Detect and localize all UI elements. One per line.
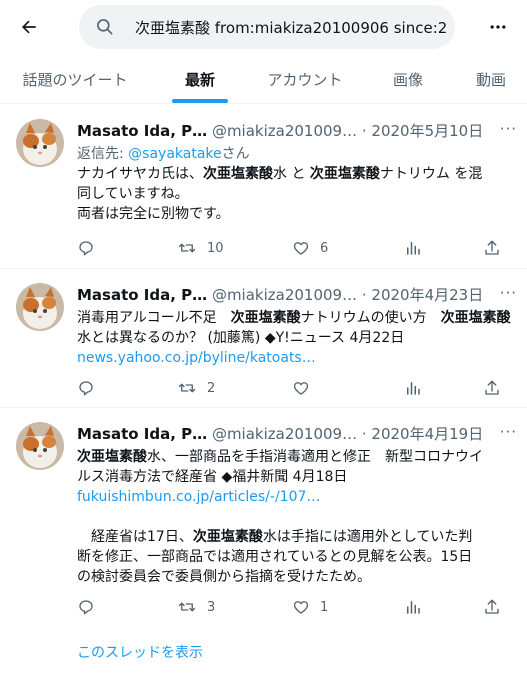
- share-icon: [485, 380, 499, 395]
- analytics-icon: [407, 382, 420, 395]
- tweet-more-icon[interactable]: ···: [500, 120, 517, 138]
- reply-button[interactable]: [77, 378, 95, 398]
- tweet-link[interactable]: fukuishimbun.co.jp/articles/-/107…: [77, 489, 320, 505]
- tweet-actions: 10 6: [77, 238, 507, 258]
- reply-button[interactable]: [77, 597, 95, 617]
- tweet-3[interactable]: Masato Ida, P… @miakiza201009… · 2020年4月…: [0, 408, 527, 676]
- analytics-button[interactable]: [404, 597, 422, 617]
- display-name[interactable]: Masato Ida, P…: [77, 286, 207, 304]
- retweet-icon: [178, 602, 196, 612]
- tab-bar: 話題のツイート 最新 アカウント 画像 動画: [0, 56, 527, 104]
- tab-videos[interactable]: 動画: [458, 56, 524, 103]
- back-arrow-icon: [22, 20, 36, 34]
- avatar[interactable]: [16, 283, 64, 331]
- display-name[interactable]: Masato Ida, P…: [77, 122, 207, 140]
- analytics-icon: [407, 601, 420, 614]
- retweet-button[interactable]: 10: [177, 238, 224, 258]
- tweet-text: 返信先: @sayakatakeさん ナカイサヤカ氏は、次亜塩素酸水 と 次亜塩…: [77, 146, 483, 222]
- retweet-button[interactable]: 3: [177, 597, 215, 617]
- share-icon: [485, 240, 499, 255]
- tweet-2[interactable]: Masato Ida, P… @miakiza201009… · 2020年4月…: [0, 269, 527, 408]
- active-tab-indicator: [172, 99, 228, 103]
- like-button[interactable]: [292, 378, 310, 398]
- search-input[interactable]: [135, 5, 451, 49]
- retweet-icon: [178, 243, 196, 253]
- share-button[interactable]: [483, 378, 501, 398]
- avatar[interactable]: [16, 422, 64, 470]
- share-button[interactable]: [483, 238, 501, 258]
- tweet-header: Masato Ida, P… @miakiza201009… · 2020年5月…: [77, 120, 517, 140]
- handle[interactable]: @miakiza201009…: [212, 286, 357, 304]
- reply-handle-link[interactable]: @sayakatake: [128, 146, 221, 162]
- share-icon: [485, 599, 499, 614]
- tweet-header: Masato Ida, P… @miakiza201009… · 2020年4月…: [77, 423, 517, 443]
- like-icon: [293, 382, 309, 395]
- tweet-header: Masato Ida, P… @miakiza201009… · 2020年4月…: [77, 284, 517, 304]
- like-icon: [293, 601, 309, 614]
- show-thread-link[interactable]: このスレッドを表示: [77, 642, 203, 662]
- handle[interactable]: @miakiza201009…: [212, 122, 357, 140]
- tweet-actions: 2: [77, 378, 507, 398]
- analytics-icon: [407, 242, 420, 255]
- reply-icon: [79, 600, 93, 615]
- tweet-text: 次亜塩素酸水、一部商品を手指消毒適用と修正 新型コロナウイ ルス消毒方法で経産省…: [77, 449, 483, 585]
- reply-icon: [79, 241, 93, 256]
- tweet-date[interactable]: 2020年5月10日: [371, 122, 483, 140]
- analytics-button[interactable]: [404, 238, 422, 258]
- tweet-1[interactable]: Masato Ida, P… @miakiza201009… · 2020年5月…: [0, 105, 527, 269]
- top-bar: [0, 0, 527, 56]
- like-icon: [293, 242, 309, 255]
- retweet-icon: [178, 383, 196, 393]
- reply-icon: [79, 381, 93, 396]
- back-button[interactable]: [12, 10, 46, 44]
- tab-top[interactable]: 話題のツイート: [10, 56, 140, 103]
- avatar[interactable]: [16, 119, 64, 167]
- tweet-date[interactable]: 2020年4月19日: [371, 425, 483, 443]
- tweet-actions: 3 1: [77, 597, 507, 617]
- more-button[interactable]: [481, 10, 515, 44]
- share-button[interactable]: [483, 597, 501, 617]
- analytics-button[interactable]: [404, 378, 422, 398]
- tweet-more-icon[interactable]: ···: [500, 423, 517, 441]
- reply-button[interactable]: [77, 238, 95, 258]
- tab-images[interactable]: 画像: [370, 56, 446, 103]
- display-name[interactable]: Masato Ida, P…: [77, 425, 207, 443]
- tweet-link[interactable]: news.yahoo.co.jp/byline/katoats…: [77, 350, 316, 366]
- like-button[interactable]: 6: [292, 238, 328, 258]
- tab-latest[interactable]: 最新: [160, 56, 240, 103]
- tweet-more-icon[interactable]: ···: [500, 284, 517, 302]
- search-icon: [97, 19, 113, 35]
- tab-accounts[interactable]: アカウント: [250, 56, 360, 103]
- more-icon: [490, 25, 506, 29]
- tweet-text: 消毒用アルコール不足 次亜塩素酸ナトリウムの使い方 次亜塩素酸 水とは異なるのか…: [77, 310, 511, 366]
- search-box[interactable]: [79, 5, 455, 49]
- tweet-date[interactable]: 2020年4月23日: [371, 286, 483, 304]
- like-button[interactable]: 1: [292, 597, 328, 617]
- retweet-button[interactable]: 2: [177, 378, 215, 398]
- handle[interactable]: @miakiza201009…: [212, 425, 357, 443]
